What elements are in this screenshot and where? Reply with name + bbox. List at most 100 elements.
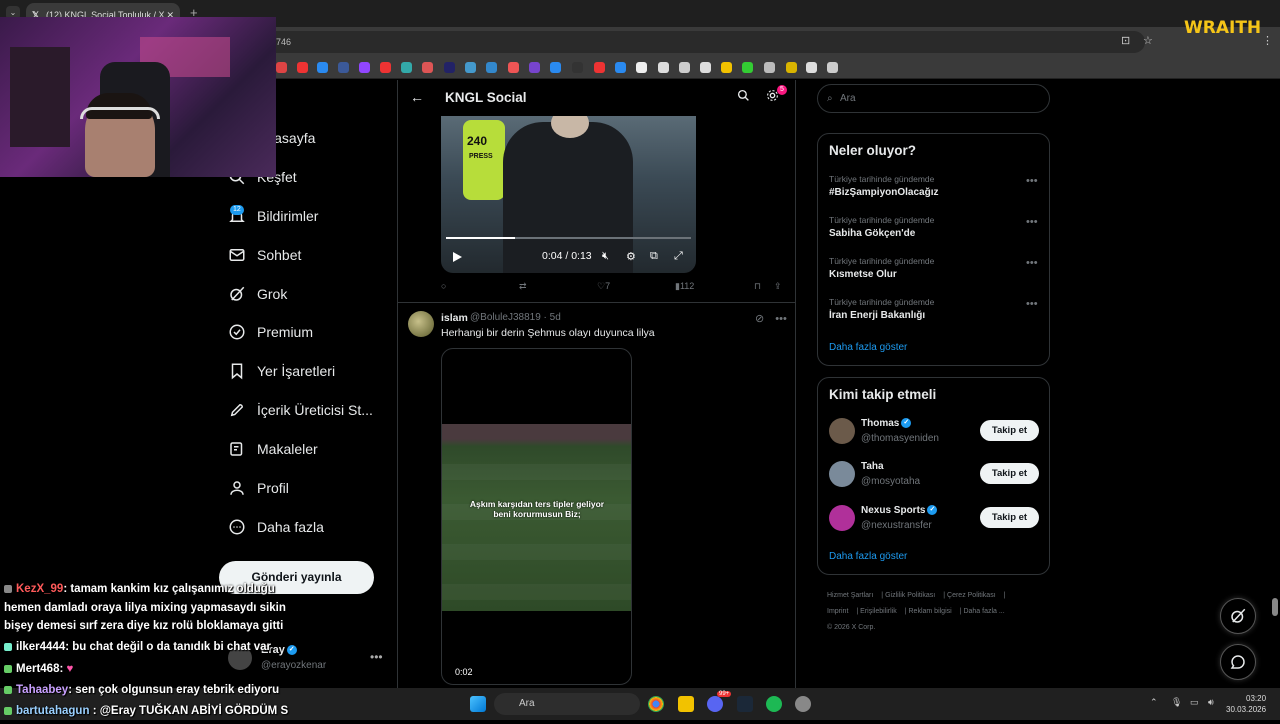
reply-icon[interactable]: ○ (441, 281, 446, 291)
bookmark-icon[interactable] (465, 62, 476, 73)
trend-item[interactable]: Sabiha Gökçen'de (829, 228, 915, 239)
follow-name[interactable]: Taha (861, 461, 884, 472)
bookmark-icon[interactable] (764, 62, 775, 73)
display-icon[interactable]: ▭ (1190, 697, 1199, 708)
volume-icon[interactable]: 🔊︎ (1208, 697, 1214, 708)
bookmark-icon[interactable] (444, 62, 455, 73)
bookmark-icon[interactable] (422, 62, 433, 73)
footer-link[interactable]: Çerez Politikası (947, 592, 996, 599)
footer-link[interactable]: Reklam bilgisi (909, 608, 952, 615)
nav-chat[interactable]: Sohbet (228, 243, 301, 267)
follow-name[interactable]: Nexus Sports ✓ (861, 505, 938, 516)
like-button[interactable]: ♡ 7 (597, 281, 610, 292)
nav-articles[interactable]: Makaleler (228, 437, 318, 461)
more-horizontal-icon[interactable]: ••• (1026, 257, 1038, 269)
more-horizontal-icon[interactable]: ••• (1026, 216, 1038, 228)
discord-icon[interactable] (707, 696, 723, 712)
bookmark-icon[interactable] (742, 62, 753, 73)
video-player[interactable]: 240 PRESS 0:04 / 0:13 🔇︎ ⚙ ⧉ ⤢ (441, 116, 696, 273)
trend-item[interactable]: İran Enerji Bakanlığı (829, 310, 925, 321)
footer-link[interactable]: Hizmet Şartları (827, 592, 873, 599)
chrome-icon[interactable] (648, 696, 664, 712)
search-icon[interactable] (737, 89, 750, 107)
bookmark-icon[interactable] (658, 62, 669, 73)
more-horizontal-icon[interactable]: ••• (370, 650, 383, 664)
browser-menu-icon[interactable]: ⋮ (1262, 34, 1273, 47)
address-bar[interactable]: 746 (200, 31, 1145, 53)
bookmark-icon[interactable] (679, 62, 690, 73)
repost-icon[interactable]: ⇄ (519, 281, 527, 292)
video-progress-bar[interactable] (446, 237, 691, 239)
bookmark-icon[interactable] (594, 62, 605, 73)
nav-premium[interactable]: Premium (228, 320, 313, 344)
bookmark-icon[interactable] (615, 62, 626, 73)
install-icon[interactable]: ⊡ (1121, 34, 1130, 47)
messages-fab[interactable] (1220, 644, 1256, 680)
fullscreen-icon[interactable]: ⤢ (674, 250, 683, 263)
nav-bookmarks[interactable]: Yer İşaretleri (228, 359, 335, 383)
bookmark-icon[interactable] (529, 62, 540, 73)
tray-chevron-icon[interactable]: ⌃ (1150, 697, 1158, 708)
bookmark-icon[interactable] (276, 62, 287, 73)
bookmark-icon[interactable] (827, 62, 838, 73)
bookmark-icon[interactable] (721, 62, 732, 73)
follow-button[interactable]: Takip et (980, 420, 1039, 441)
avatar[interactable] (408, 311, 434, 337)
avatar[interactable] (829, 418, 855, 444)
bookmark-icon[interactable]: ⊓ (754, 281, 761, 292)
scrollbar[interactable] (1272, 598, 1278, 616)
grok-fab[interactable] (1220, 598, 1256, 634)
app-icon[interactable] (795, 696, 811, 712)
bookmark-icon[interactable] (380, 62, 391, 73)
footer-link[interactable]: Daha fazla ... (963, 608, 1004, 615)
trend-item[interactable]: #BizŞampiyonOlacağız (829, 187, 938, 198)
bookmark-star-icon[interactable]: ☆ (1143, 34, 1153, 47)
post-author-name[interactable]: islam (441, 312, 468, 324)
more-horizontal-icon[interactable]: ••• (1026, 175, 1038, 187)
bookmark-icon[interactable] (486, 62, 497, 73)
settings-icon[interactable]: ⚙ (626, 250, 636, 263)
bookmark-icon[interactable] (806, 62, 817, 73)
follow-name[interactable]: Thomas ✓ (861, 418, 912, 429)
show-more-link[interactable]: Daha fazla göster (829, 342, 907, 353)
steam-icon[interactable] (737, 696, 753, 712)
follow-button[interactable]: Takip et (980, 507, 1039, 528)
bookmark-icon[interactable] (786, 62, 797, 73)
bookmark-icon[interactable] (359, 62, 370, 73)
grok-icon[interactable]: ⊘ (755, 313, 764, 325)
video-player[interactable]: Aşkım karşıdan ters tipler geliyor beni … (441, 348, 632, 685)
nav-creator-studio[interactable]: İçerik Üreticisi St... (228, 398, 373, 422)
mute-icon[interactable]: 🔇︎ (602, 250, 609, 263)
more-horizontal-icon[interactable]: ••• (1026, 298, 1038, 310)
bookmark-icon[interactable] (317, 62, 328, 73)
search-input[interactable]: ⌕ Ara (817, 84, 1050, 113)
avatar[interactable] (829, 461, 855, 487)
more-horizontal-icon[interactable]: ••• (775, 313, 787, 325)
views-button[interactable]: ▮ 112 (675, 281, 694, 292)
back-arrow-icon[interactable]: ← (410, 89, 424, 105)
nav-grok[interactable]: Grok (228, 282, 287, 306)
picture-in-picture-icon[interactable]: ⧉ (650, 250, 658, 263)
nav-profile[interactable]: Profil (228, 476, 289, 500)
bookmark-icon[interactable] (636, 62, 647, 73)
footer-link[interactable]: Imprint (827, 608, 848, 615)
footer-link[interactable]: Gizlilik Politikası (885, 592, 935, 599)
show-more-link[interactable]: Daha fazla göster (829, 551, 907, 562)
bookmark-icon[interactable] (508, 62, 519, 73)
share-icon[interactable]: ⇪ (774, 281, 782, 292)
microphone-icon[interactable]: 🎙︎ (1171, 697, 1182, 708)
system-clock[interactable]: 03:20 30.03.2026 (1226, 693, 1266, 715)
footer-link[interactable]: Erişilebilirlik (860, 608, 897, 615)
trend-item[interactable]: Kısmetse Olur (829, 269, 897, 280)
follow-button[interactable]: Takip et (980, 463, 1039, 484)
folder-icon[interactable] (678, 696, 694, 712)
bookmark-icon[interactable] (401, 62, 412, 73)
bookmark-icon[interactable] (700, 62, 711, 73)
bookmark-icon[interactable] (338, 62, 349, 73)
bookmark-icon[interactable] (550, 62, 561, 73)
play-icon[interactable] (451, 250, 463, 268)
bookmark-icon[interactable] (572, 62, 583, 73)
spotify-icon[interactable] (766, 696, 782, 712)
windows-start-icon[interactable] (470, 696, 486, 712)
avatar[interactable] (829, 505, 855, 531)
